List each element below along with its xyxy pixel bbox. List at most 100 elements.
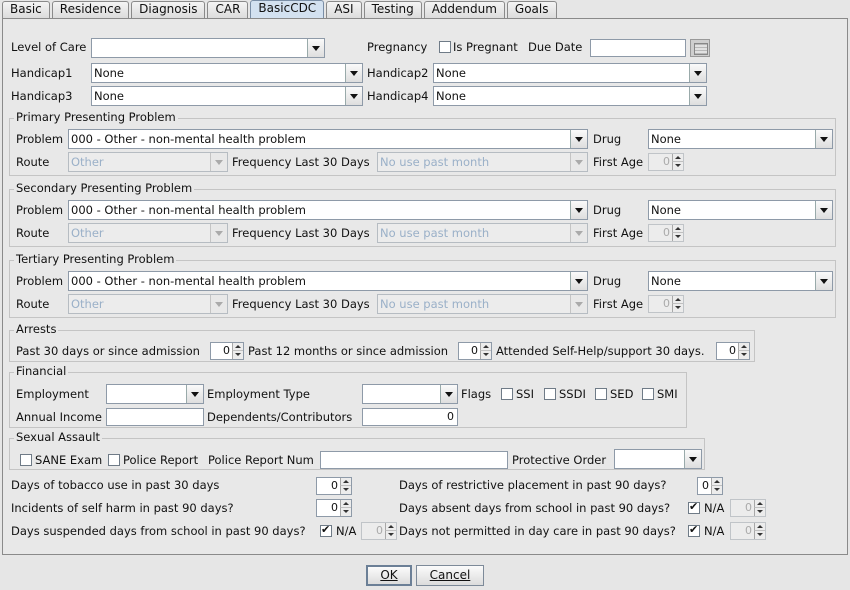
- spinner-up-icon[interactable]: [738, 343, 749, 351]
- spinner-down-icon[interactable]: [480, 351, 491, 359]
- chevron-down-icon: [689, 64, 706, 82]
- primary-problem-select[interactable]: 000 - Other - non-mental health problem: [68, 129, 588, 149]
- spinner-down-icon[interactable]: [340, 508, 351, 516]
- handicap4-select[interactable]: None: [433, 86, 707, 106]
- tertiary-frequency-select[interactable]: No use past month: [377, 294, 588, 314]
- arrests-past12-label: Past 12 months or since admission: [248, 344, 449, 358]
- tobacco-spinner[interactable]: 0: [316, 477, 352, 495]
- secondary-first-age-spinner[interactable]: 0: [648, 224, 684, 242]
- tertiary-drug-select[interactable]: None: [648, 271, 833, 291]
- chevron-down-icon: [186, 385, 203, 403]
- sed-checkbox[interactable]: [595, 388, 607, 400]
- primary-drug-select[interactable]: None: [648, 129, 833, 149]
- tertiary-problem-select[interactable]: 000 - Other - non-mental health problem: [68, 271, 588, 291]
- spinner-down-icon[interactable]: [672, 233, 683, 241]
- secondary-drug-label: Drug: [593, 203, 622, 217]
- cancel-button[interactable]: Cancel: [416, 565, 484, 586]
- spinner-up-icon[interactable]: [232, 343, 243, 351]
- police-report-checkbox[interactable]: [108, 454, 120, 466]
- is-pregnant-label: Is Pregnant: [453, 40, 518, 54]
- tab-car[interactable]: CAR: [207, 1, 249, 18]
- ok-button[interactable]: OK: [366, 565, 412, 586]
- absent-na-checkbox[interactable]: [688, 500, 700, 514]
- handicap2-select[interactable]: None: [433, 63, 707, 83]
- spinner-up-icon[interactable]: [480, 343, 491, 351]
- tab-goals[interactable]: Goals: [506, 1, 557, 18]
- spinner-up-icon[interactable]: [754, 523, 765, 531]
- chevron-down-icon: [689, 87, 706, 105]
- sane-exam-checkbox[interactable]: [20, 454, 32, 466]
- secondary-problem-select[interactable]: 000 - Other - non-mental health problem: [68, 200, 588, 220]
- spinner-up-icon[interactable]: [754, 500, 765, 508]
- tertiary-route-select[interactable]: Other: [68, 294, 228, 314]
- primary-first-age-spinner[interactable]: 0: [648, 153, 684, 171]
- spinner-up-icon[interactable]: [340, 478, 351, 486]
- absent-spinner[interactable]: 0: [730, 499, 766, 517]
- ssi-label: SSI: [516, 387, 534, 401]
- tab-addendum[interactable]: Addendum: [423, 1, 505, 18]
- tab-diagnosis[interactable]: Diagnosis: [131, 1, 206, 18]
- tab-residence[interactable]: Residence: [51, 1, 130, 18]
- selfharm-spinner[interactable]: 0: [316, 499, 352, 517]
- spinner-up-icon[interactable]: [711, 478, 722, 486]
- spinner-up-icon[interactable]: [385, 523, 396, 531]
- due-date-field[interactable]: [590, 39, 686, 57]
- employment-select[interactable]: [106, 384, 204, 404]
- secondary-frequency-label: Frequency Last 30 Days: [232, 226, 370, 240]
- tab-bar: Basic Residence Diagnosis CAR BasicCDC ASI Tes…: [0, 0, 559, 18]
- handicap1-select[interactable]: None: [91, 63, 363, 83]
- secondary-route-select[interactable]: Other: [68, 223, 228, 243]
- chevron-down-icon: [345, 87, 362, 105]
- primary-frequency-select[interactable]: No use past month: [377, 152, 588, 172]
- smi-checkbox[interactable]: [642, 388, 654, 400]
- dependents-field[interactable]: 0: [362, 408, 458, 426]
- spinner-up-icon[interactable]: [672, 296, 683, 304]
- spinner-up-icon[interactable]: [672, 154, 683, 162]
- secondary-problem-title: Secondary Presenting Problem: [14, 181, 195, 195]
- spinner-up-icon[interactable]: [672, 225, 683, 233]
- police-report-num-label: Police Report Num: [208, 453, 314, 467]
- tab-basiccdc[interactable]: BasicCDC: [250, 0, 325, 18]
- is-pregnant-checkbox[interactable]: [439, 41, 451, 53]
- suspended-na-checkbox[interactable]: [320, 523, 332, 537]
- arrests-past30-spinner[interactable]: 0: [210, 342, 244, 360]
- spinner-up-icon[interactable]: [340, 500, 351, 508]
- annual-income-field[interactable]: [106, 408, 204, 426]
- spinner-down-icon[interactable]: [232, 351, 243, 359]
- flags-label: Flags: [461, 387, 492, 401]
- primary-route-label: Route: [16, 155, 50, 169]
- employment-type-select[interactable]: [362, 384, 458, 404]
- chevron-down-icon: [210, 295, 227, 313]
- arrests-selfhelp-spinner[interactable]: 0: [716, 342, 750, 360]
- tab-testing[interactable]: Testing: [363, 1, 422, 18]
- spinner-down-icon[interactable]: [385, 531, 396, 539]
- spinner-down-icon[interactable]: [738, 351, 749, 359]
- secondary-frequency-select[interactable]: No use past month: [377, 223, 588, 243]
- arrests-past12-spinner[interactable]: 0: [458, 342, 492, 360]
- police-report-num-field[interactable]: [320, 451, 508, 469]
- tab-asi[interactable]: ASI: [326, 1, 362, 18]
- tertiary-first-age-spinner[interactable]: 0: [648, 295, 684, 313]
- spinner-down-icon[interactable]: [672, 162, 683, 170]
- spinner-down-icon[interactable]: [672, 304, 683, 312]
- secondary-route-label: Route: [16, 226, 50, 240]
- secondary-drug-select[interactable]: None: [648, 200, 833, 220]
- primary-route-select[interactable]: Other: [68, 152, 228, 172]
- spinner-down-icon[interactable]: [754, 508, 765, 516]
- daycare-na-checkbox[interactable]: [688, 523, 700, 537]
- sane-exam-label: SANE Exam: [35, 453, 103, 467]
- handicap3-select[interactable]: None: [91, 86, 363, 106]
- spinner-down-icon[interactable]: [711, 486, 722, 494]
- ssi-checkbox[interactable]: [501, 388, 513, 400]
- ssdi-checkbox[interactable]: [544, 388, 556, 400]
- suspended-spinner[interactable]: 0: [361, 522, 397, 540]
- level-of-care-select[interactable]: [91, 38, 325, 58]
- calendar-icon[interactable]: [690, 39, 710, 57]
- protective-order-select[interactable]: [614, 449, 702, 469]
- spinner-down-icon[interactable]: [754, 531, 765, 539]
- spinner-down-icon[interactable]: [340, 486, 351, 494]
- tab-basic[interactable]: Basic: [2, 1, 50, 18]
- restrictive-spinner[interactable]: 0: [697, 477, 723, 495]
- primary-problem-group: Primary Presenting Problem Problem 000 - O…: [9, 110, 836, 176]
- daycare-spinner[interactable]: 0: [730, 522, 766, 540]
